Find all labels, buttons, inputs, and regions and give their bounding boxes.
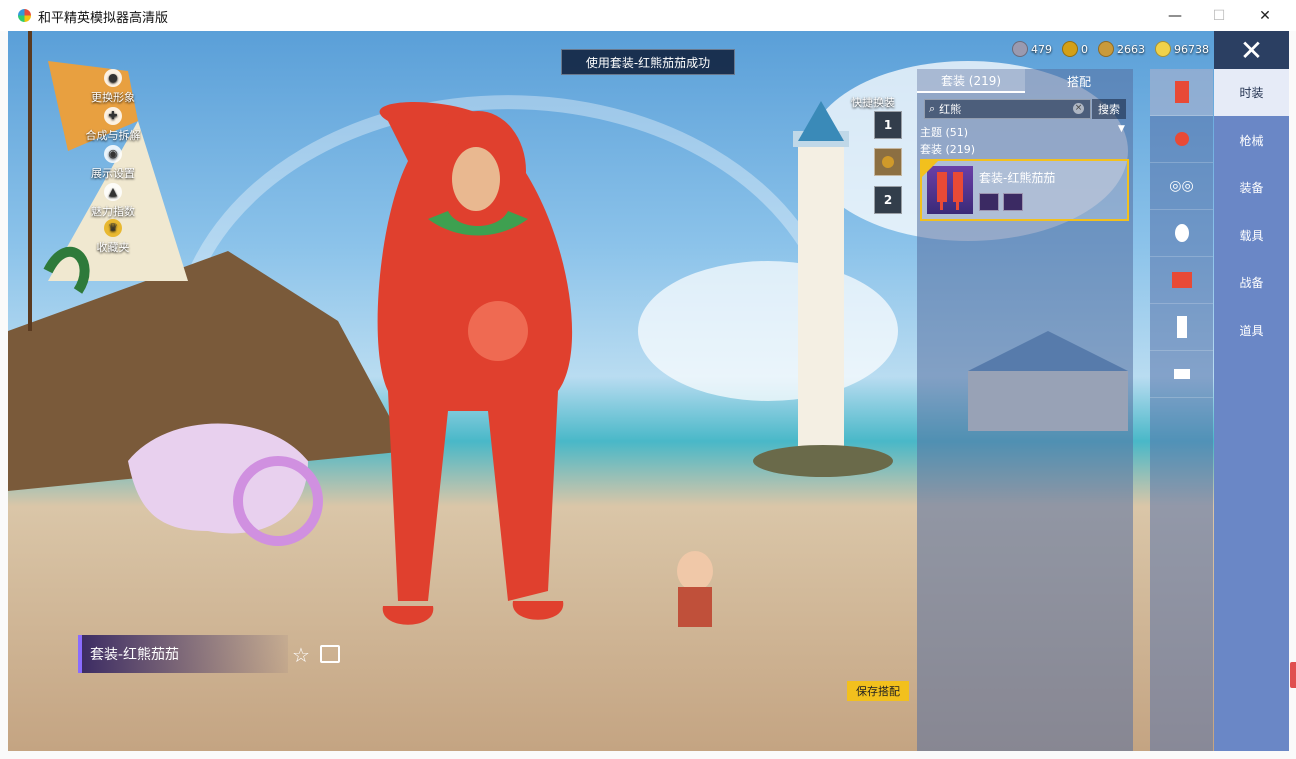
- badge-coin-icon: [1062, 41, 1078, 57]
- currency-value: 0: [1081, 42, 1088, 56]
- maximize-button[interactable]: ☐: [1196, 0, 1242, 31]
- toast-notification: 使用套装-红熊茄茄成功: [561, 49, 735, 75]
- panel-tabs: 套装 (219) 搭配: [917, 69, 1133, 93]
- search-button[interactable]: 搜索: [1092, 99, 1126, 119]
- menu-label: 合成与拆解: [85, 129, 141, 142]
- category-war-prep[interactable]: 战备: [1214, 259, 1289, 306]
- currency-gold: 96738: [1155, 41, 1209, 57]
- theme-label: 主题 (51): [920, 126, 969, 139]
- category-fashion[interactable]: 时装: [1214, 69, 1289, 116]
- category-equipment[interactable]: 装备: [1214, 164, 1289, 211]
- close-icon: ✕: [1239, 33, 1264, 67]
- top-icon: [1171, 272, 1192, 288]
- current-outfit-label: 套装-红熊茄茄: [78, 635, 288, 673]
- slot-top[interactable]: [1150, 257, 1213, 304]
- title-bar: 和平精英模拟器高清版 — ☐ ✕: [0, 0, 1296, 32]
- search-icon: ⌕: [929, 102, 936, 115]
- wardrobe-panel: 套装 (219) 搭配 ⌕ 红熊 × 搜索 主题 (51) ▼ 套装 (219)…: [917, 69, 1133, 751]
- display-settings-button[interactable]: ◉ 展示设置: [68, 145, 158, 181]
- flame-icon: ▲: [104, 183, 122, 201]
- suit-icon: [1174, 81, 1189, 103]
- search-input[interactable]: ⌕ 红熊 ×: [924, 99, 1091, 119]
- slot-face[interactable]: [1150, 210, 1213, 257]
- gold-coin-icon: [1155, 41, 1171, 57]
- quick-slot-2[interactable]: 2: [874, 186, 902, 214]
- emblem-icon: [882, 156, 894, 168]
- face-icon: [1174, 224, 1189, 242]
- glasses-icon: ◎◎: [1169, 178, 1194, 194]
- category-items[interactable]: 道具: [1214, 307, 1289, 354]
- craft-disassemble-button[interactable]: ✚ 合成与拆解: [68, 107, 158, 143]
- background-window-edge: [1289, 31, 1296, 759]
- currency-token: 479: [1012, 41, 1052, 57]
- slot-pants[interactable]: [1150, 304, 1213, 351]
- suit-item-card[interactable]: 套装-红熊茄茄: [920, 159, 1129, 221]
- favorite-star-icon[interactable]: ☆: [292, 643, 310, 667]
- menu-label: 更换形象: [91, 91, 135, 104]
- selected-check-icon: [922, 161, 938, 177]
- search-value: 红熊: [939, 103, 962, 116]
- token-icon: [1012, 41, 1028, 57]
- menu-label: 魅力指数: [91, 205, 135, 218]
- slot-accessory[interactable]: [1150, 116, 1213, 163]
- menu-label: 收藏夹: [96, 241, 130, 254]
- theme-filter[interactable]: 主题 (51): [920, 124, 968, 140]
- background-window-edge: [0, 31, 8, 759]
- currency-bar: 479 0 2663 96738: [1012, 39, 1213, 59]
- slot-shoes[interactable]: [1150, 351, 1213, 398]
- currency-value: 479: [1031, 42, 1052, 56]
- close-panel-button[interactable]: ✕: [1214, 31, 1289, 69]
- person-icon: ●: [104, 69, 122, 87]
- save-outfit-button[interactable]: 保存搭配: [847, 681, 909, 701]
- accessory-icon: [1174, 132, 1189, 146]
- background-window-edge: [0, 751, 1296, 759]
- crown-icon: ♛: [104, 219, 122, 237]
- shoes-icon: [1173, 369, 1190, 379]
- slot-icon-column: ◎◎: [1150, 69, 1213, 751]
- suit-item-name: 套装-红熊茄茄: [979, 171, 1056, 185]
- tab-suits[interactable]: 套装 (219): [917, 69, 1025, 93]
- slot-suit[interactable]: [1150, 69, 1213, 116]
- hanger-icon: 1: [883, 118, 893, 132]
- currency-badge: 0: [1062, 41, 1088, 57]
- clear-search-icon[interactable]: ×: [1073, 103, 1084, 114]
- currency-bronze: 2663: [1098, 41, 1145, 57]
- app-logo-icon: [18, 9, 31, 22]
- tab-outfits[interactable]: 搭配: [1025, 69, 1133, 93]
- quick-slot-current[interactable]: [874, 148, 902, 176]
- currency-value: 2663: [1117, 42, 1145, 56]
- charm-index-button[interactable]: ▲ 魅力指数: [68, 183, 158, 219]
- category-column: ✕ 时装 枪械 装备 载具 战备 道具: [1214, 31, 1289, 751]
- category-vehicles[interactable]: 载具: [1214, 212, 1289, 259]
- favorites-button[interactable]: ♛ 收藏夹: [68, 219, 158, 255]
- category-weapons[interactable]: 枪械: [1214, 117, 1289, 164]
- suits-count-label: 套装 (219): [920, 143, 976, 156]
- share-icon[interactable]: [320, 645, 340, 663]
- bronze-coin-icon: [1098, 41, 1114, 57]
- change-appearance-button[interactable]: ● 更换形象: [68, 69, 158, 105]
- menu-label: 展示设置: [91, 167, 135, 180]
- close-window-button[interactable]: ✕: [1242, 0, 1288, 31]
- eye-icon: ◉: [104, 145, 122, 163]
- hanger-icon: 2: [883, 193, 893, 207]
- craft-icon: ✚: [104, 107, 122, 125]
- quick-slot-1[interactable]: 1: [874, 111, 902, 139]
- game-viewport: 使用套装-红熊茄茄成功 ● 更换形象 ✚ 合成与拆解 ◉ 展示设置 ▲ 魅力指数…: [8, 31, 1289, 751]
- currency-value: 96738: [1174, 42, 1209, 56]
- minimize-button[interactable]: —: [1152, 0, 1198, 31]
- quick-change-label: 快捷换装: [851, 96, 895, 109]
- window-title: 和平精英模拟器高清版: [38, 11, 169, 26]
- side-tab: [1290, 662, 1296, 688]
- chevron-down-icon[interactable]: ▼: [1118, 124, 1125, 134]
- pants-icon: [1176, 316, 1187, 338]
- slot-glasses[interactable]: ◎◎: [1150, 163, 1213, 210]
- suit-mini-icon: [1003, 193, 1023, 211]
- bag-icon: [979, 193, 999, 211]
